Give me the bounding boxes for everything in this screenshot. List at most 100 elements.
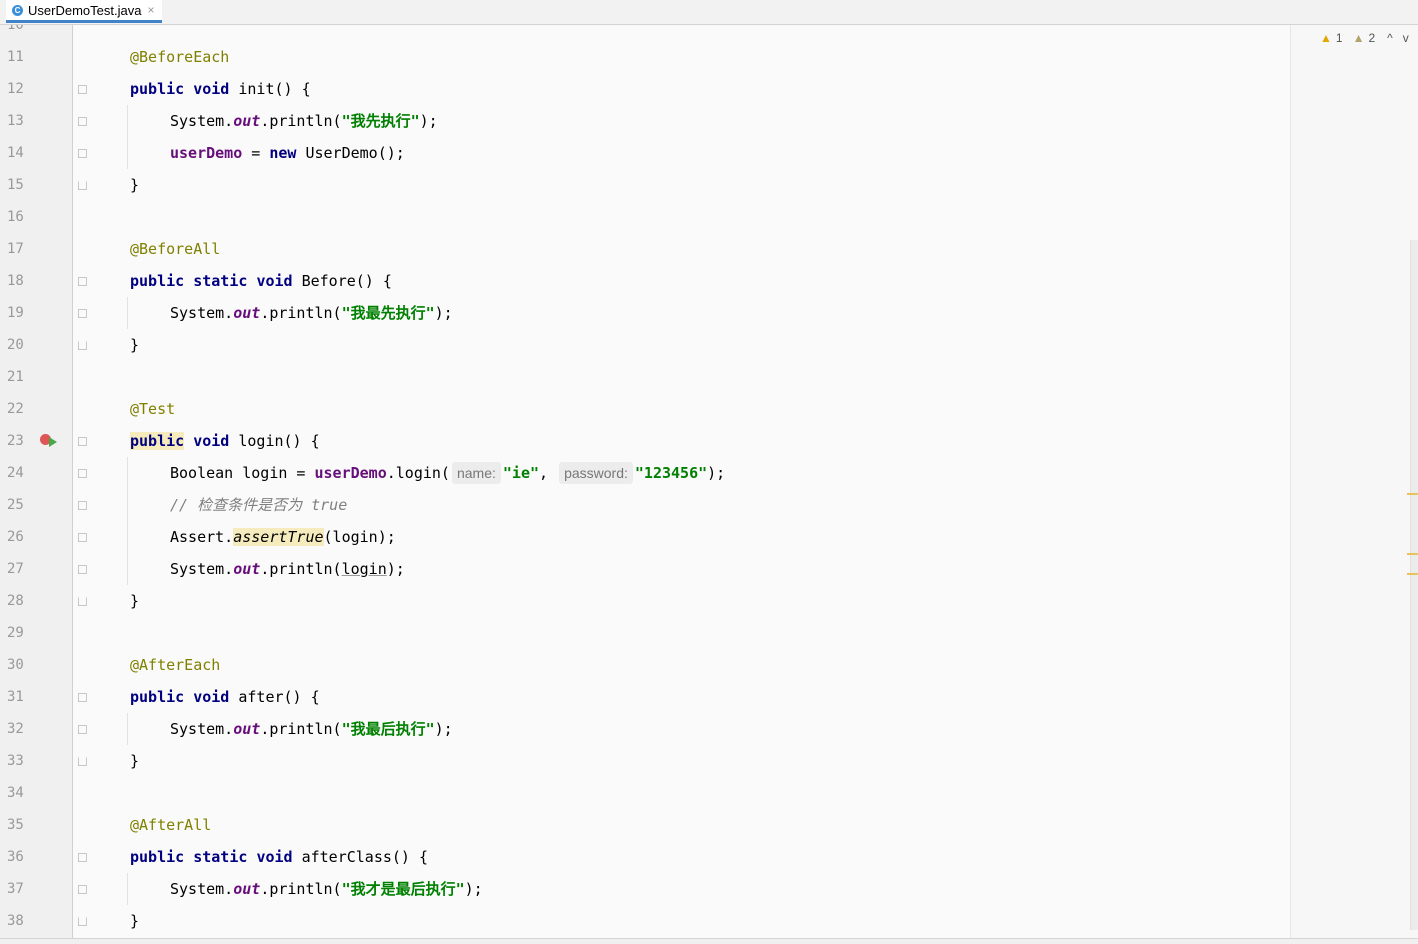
warning-stripe-marker[interactable]	[1407, 493, 1418, 495]
code-text[interactable]: Assert.assertTrue(login);	[170, 521, 396, 553]
close-icon[interactable]: ×	[147, 3, 154, 17]
code-text[interactable]: // 检查条件是否为 true	[170, 489, 347, 521]
code-text[interactable]: Boolean login = userDemo.login(name: "ie"…	[170, 457, 725, 489]
code-text[interactable]: public void init() {	[130, 73, 311, 105]
line-number[interactable]: 38	[7, 905, 24, 937]
code-line[interactable]: 12 public void init() {	[0, 73, 1290, 105]
code-text[interactable]: System.out.println("我最先执行");	[170, 297, 453, 329]
run-test-icon[interactable]	[40, 434, 58, 448]
code-line[interactable]: 17 @BeforeAll	[0, 233, 1290, 265]
fold-marker-icon[interactable]	[78, 309, 87, 318]
fold-marker-icon[interactable]	[78, 533, 87, 542]
line-number[interactable]: 23	[7, 425, 24, 457]
code-line[interactable]: 16	[0, 201, 1290, 233]
code-line[interactable]: 15}	[0, 169, 1290, 201]
code-text[interactable]: @BeforeEach	[130, 41, 229, 73]
fold-marker-icon[interactable]	[78, 341, 87, 350]
tab-userdemotest-java[interactable]: C UserDemoTest.java ×	[6, 0, 163, 23]
code-text[interactable]: public static void Before() {	[130, 265, 392, 297]
code-line[interactable]: 35 @AfterAll	[0, 809, 1290, 841]
code-line[interactable]: 19 System.out.println("我最先执行");	[0, 297, 1290, 329]
scrollbar-thumb[interactable]	[1410, 240, 1418, 930]
line-number[interactable]: 21	[7, 361, 24, 393]
code-line[interactable]: 26 Assert.assertTrue(login);	[0, 521, 1290, 553]
code-editor[interactable]: ▲ 1 ▲ 2 ^ v 10 11 @BeforeEach 12 public void…	[0, 25, 1418, 938]
code-text[interactable]: System.out.println("我最后执行");	[170, 713, 453, 745]
code-text[interactable]: @AfterEach	[130, 649, 220, 681]
code-text[interactable]: System.out.println("我才是最后执行");	[170, 873, 483, 905]
code-line[interactable]: 38}	[0, 905, 1290, 937]
code-line[interactable]: 13 System.out.println("我先执行");	[0, 105, 1290, 137]
inspection-widget[interactable]: ▲ 1 ▲ 2 ^ v	[1320, 30, 1409, 46]
line-number[interactable]: 28	[7, 585, 24, 617]
line-number[interactable]: 10	[7, 25, 24, 41]
code-text[interactable]: }	[130, 745, 139, 777]
fold-marker-icon[interactable]	[78, 757, 87, 766]
fold-marker-icon[interactable]	[78, 565, 87, 574]
code-line[interactable]: 18 public static void Before() {	[0, 265, 1290, 297]
next-highlight-icon[interactable]: v	[1403, 31, 1409, 45]
line-number[interactable]: 20	[7, 329, 24, 361]
code-line[interactable]: 23 public void login() {	[0, 425, 1290, 457]
code-text[interactable]: }	[130, 169, 139, 201]
code-line[interactable]: 24 Boolean login = userDemo.login(name: "i…	[0, 457, 1290, 489]
code-text[interactable]: @AfterAll	[130, 809, 211, 841]
fold-marker-icon[interactable]	[78, 693, 87, 702]
line-number[interactable]: 25	[7, 489, 24, 521]
code-line[interactable]: 22 @Test	[0, 393, 1290, 425]
fold-marker-icon[interactable]	[78, 85, 87, 94]
code-line[interactable]: 20}	[0, 329, 1290, 361]
code-text[interactable]: }	[130, 329, 139, 361]
line-number[interactable]: 18	[7, 265, 24, 297]
line-number[interactable]: 12	[7, 73, 24, 105]
line-number[interactable]: 33	[7, 745, 24, 777]
fold-marker-icon[interactable]	[78, 885, 87, 894]
code-text[interactable]: public void after() {	[130, 681, 320, 713]
line-number[interactable]: 24	[7, 457, 24, 489]
previous-highlight-icon[interactable]: ^	[1387, 31, 1393, 45]
fold-marker-icon[interactable]	[78, 181, 87, 190]
code-text[interactable]: public void login() {	[130, 425, 320, 457]
code-line[interactable]: 11 @BeforeEach	[0, 41, 1290, 73]
line-number[interactable]: 34	[7, 777, 24, 809]
fold-marker-icon[interactable]	[78, 469, 87, 478]
line-number[interactable]: 15	[7, 169, 24, 201]
code-line[interactable]: 31 public void after() {	[0, 681, 1290, 713]
fold-marker-icon[interactable]	[78, 501, 87, 510]
code-line[interactable]: 37 System.out.println("我才是最后执行");	[0, 873, 1290, 905]
code-line[interactable]: 29	[0, 617, 1290, 649]
line-number[interactable]: 26	[7, 521, 24, 553]
line-number[interactable]: 13	[7, 105, 24, 137]
line-number[interactable]: 31	[7, 681, 24, 713]
warning-stripe-marker[interactable]	[1407, 553, 1418, 555]
code-text[interactable]: public static void afterClass() {	[130, 841, 428, 873]
line-number[interactable]: 27	[7, 553, 24, 585]
code-line[interactable]: 34	[0, 777, 1290, 809]
code-line[interactable]: 28}	[0, 585, 1290, 617]
line-number[interactable]: 35	[7, 809, 24, 841]
code-line[interactable]: 27 System.out.println(login);	[0, 553, 1290, 585]
code-text[interactable]: System.out.println("我先执行");	[170, 105, 438, 137]
fold-marker-icon[interactable]	[78, 149, 87, 158]
code-text[interactable]: userDemo = new UserDemo();	[170, 137, 405, 169]
fold-marker-icon[interactable]	[78, 725, 87, 734]
line-number[interactable]: 11	[7, 41, 24, 73]
line-number[interactable]: 22	[7, 393, 24, 425]
line-number[interactable]: 16	[7, 201, 24, 233]
code-text[interactable]: System.out.println(login);	[170, 553, 405, 585]
code-line[interactable]: 25 // 检查条件是否为 true	[0, 489, 1290, 521]
line-number[interactable]: 19	[7, 297, 24, 329]
code-line[interactable]: 30 @AfterEach	[0, 649, 1290, 681]
line-number[interactable]: 32	[7, 713, 24, 745]
code-line[interactable]: 36 public static void afterClass() {	[0, 841, 1290, 873]
line-number[interactable]: 36	[7, 841, 24, 873]
line-number[interactable]: 37	[7, 873, 24, 905]
line-number[interactable]: 17	[7, 233, 24, 265]
fold-marker-icon[interactable]	[78, 117, 87, 126]
code-line[interactable]: 32 System.out.println("我最后执行");	[0, 713, 1290, 745]
code-line[interactable]: 10	[0, 25, 1290, 41]
line-number[interactable]: 29	[7, 617, 24, 649]
code-text[interactable]: }	[130, 585, 139, 617]
warning-stripe-marker[interactable]	[1407, 573, 1418, 575]
code-line[interactable]: 21	[0, 361, 1290, 393]
